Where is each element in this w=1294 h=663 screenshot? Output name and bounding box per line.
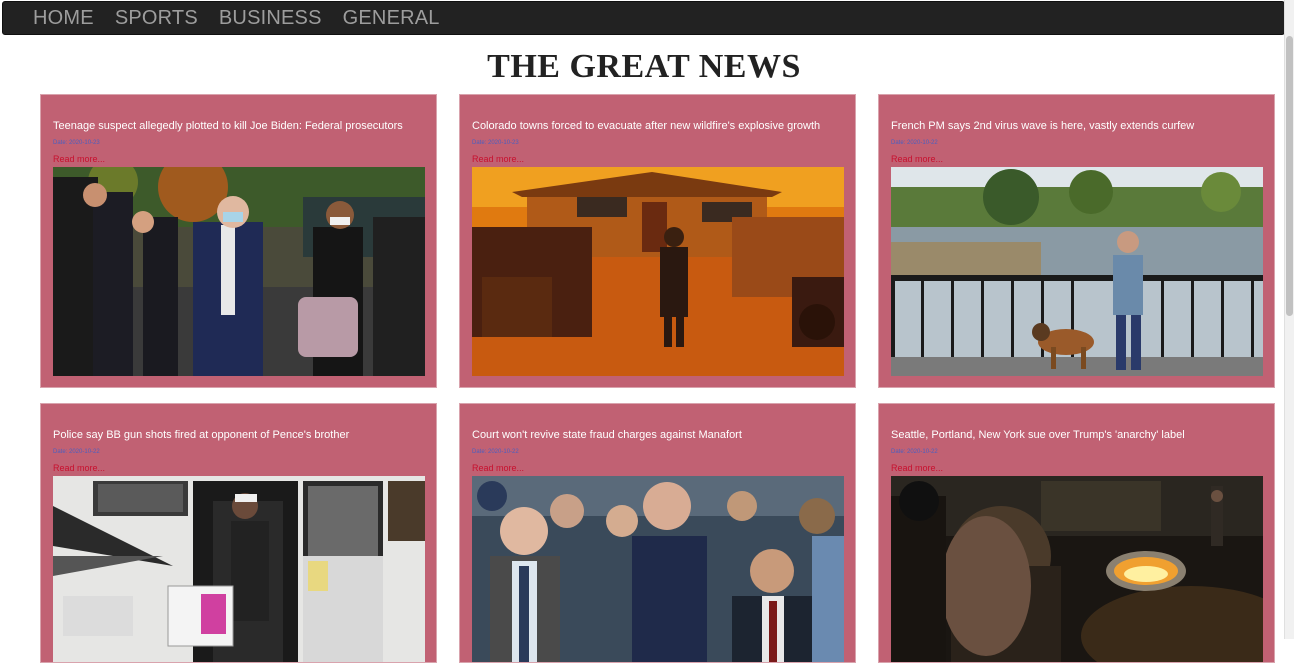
article-date: Date: 2020-10-23: [53, 140, 100, 146]
read-more-link[interactable]: Read more...: [53, 463, 105, 473]
article-headline[interactable]: Teenage suspect allegedly plotted to kil…: [53, 119, 425, 133]
manafort-escorted-photo[interactable]: [472, 476, 844, 662]
page-scrollbar[interactable]: [1284, 0, 1294, 639]
article-date: Date: 2020-10-22: [53, 449, 100, 455]
read-more-link[interactable]: Read more...: [472, 154, 524, 164]
read-more-link[interactable]: Read more...: [472, 463, 524, 473]
nav-sports[interactable]: SPORTS: [115, 7, 198, 30]
man-walking-dog-photo[interactable]: [891, 167, 1263, 376]
news-card[interactable]: Teenage suspect allegedly plotted to kil…: [40, 94, 437, 388]
news-card[interactable]: Court won't revive state fraud charges a…: [459, 403, 856, 663]
wildfire-house-photo[interactable]: [472, 167, 844, 376]
article-date: Date: 2020-10-22: [472, 449, 519, 455]
article-headline[interactable]: French PM says 2nd virus wave is here, v…: [891, 119, 1263, 133]
article-date: Date: 2020-10-23: [472, 140, 519, 146]
top-navbar: HOME SPORTS BUSINESS GENERAL: [2, 1, 1285, 35]
nav-general[interactable]: GENERAL: [343, 7, 440, 30]
news-card[interactable]: Colorado towns forced to evacuate after …: [459, 94, 856, 388]
nav-home[interactable]: HOME: [33, 7, 94, 30]
biden-walking-photo[interactable]: [53, 167, 425, 376]
news-card[interactable]: French PM says 2nd virus wave is here, v…: [878, 94, 1275, 388]
read-more-link[interactable]: Read more...: [891, 154, 943, 164]
news-card[interactable]: Police say BB gun shots fired at opponen…: [40, 403, 437, 663]
street-fire-protest-photo[interactable]: [891, 476, 1263, 662]
article-headline[interactable]: Seattle, Portland, New York sue over Tru…: [891, 428, 1263, 442]
nav-business[interactable]: BUSINESS: [219, 7, 322, 30]
campaign-rv-photo[interactable]: [53, 476, 425, 662]
read-more-link[interactable]: Read more...: [53, 154, 105, 164]
article-headline[interactable]: Colorado towns forced to evacuate after …: [472, 119, 844, 133]
article-headline[interactable]: Court won't revive state fraud charges a…: [472, 428, 844, 442]
article-headline[interactable]: Police say BB gun shots fired at opponen…: [53, 428, 425, 442]
article-date: Date: 2020-10-22: [891, 140, 938, 146]
news-card[interactable]: Seattle, Portland, New York sue over Tru…: [878, 403, 1275, 663]
page-title: THE GREAT NEWS: [487, 48, 801, 85]
read-more-link[interactable]: Read more...: [891, 463, 943, 473]
article-date: Date: 2020-10-22: [891, 449, 938, 455]
